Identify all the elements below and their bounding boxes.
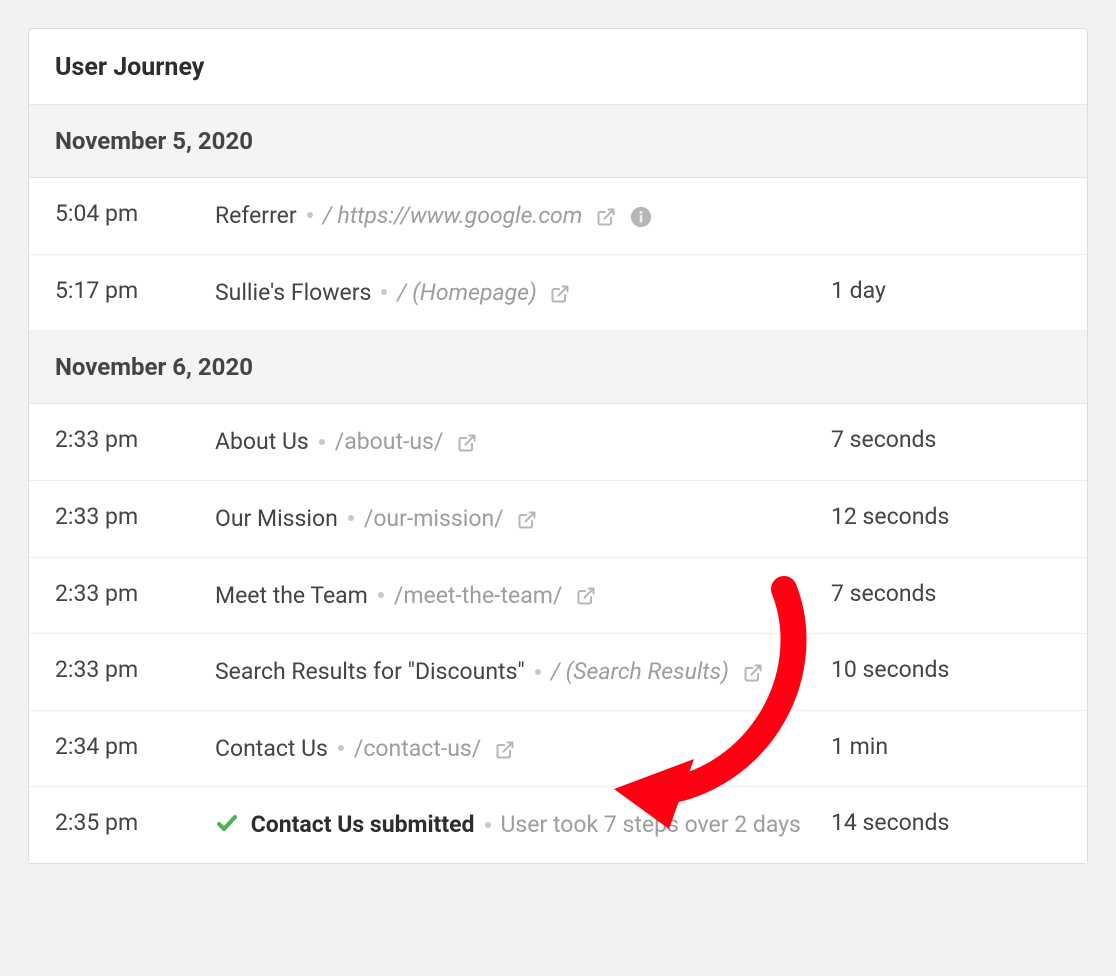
row-time: 2:33 pm bbox=[55, 501, 215, 530]
date-header: November 6, 2020 bbox=[29, 331, 1087, 404]
external-link-icon[interactable] bbox=[457, 433, 477, 453]
external-link-icon[interactable] bbox=[596, 207, 616, 227]
row-time: 5:17 pm bbox=[55, 275, 215, 304]
row-title: Search Results for "Discounts" bbox=[215, 658, 525, 685]
external-link-icon[interactable] bbox=[495, 740, 515, 760]
row-duration: 12 seconds bbox=[831, 501, 1061, 530]
journey-row: 2:33 pmAbout Us/about-us/ 7 seconds bbox=[29, 404, 1087, 481]
row-duration: 7 seconds bbox=[831, 578, 1061, 607]
external-link-icon[interactable] bbox=[517, 510, 537, 530]
row-path: /our-mission/ bbox=[364, 505, 504, 532]
info-icon[interactable] bbox=[776, 662, 798, 684]
separator-dot bbox=[485, 822, 491, 828]
separator-dot bbox=[338, 745, 344, 751]
row-title: Contact Us bbox=[215, 735, 328, 762]
row-main: Search Results for "Discounts" / (Search … bbox=[215, 654, 831, 690]
separator-dot bbox=[381, 289, 387, 295]
row-title: Referrer bbox=[215, 202, 297, 229]
journey-row: 2:33 pmOur Mission/our-mission/ 12 secon… bbox=[29, 481, 1087, 558]
journey-row: 5:17 pmSullie's Flowers / (Homepage) 1 da… bbox=[29, 255, 1087, 332]
row-time: 2:33 pm bbox=[55, 578, 215, 607]
journey-row: 2:35 pm Contact Us submitted User took 7 … bbox=[29, 787, 1087, 863]
row-main: About Us/about-us/ bbox=[215, 424, 831, 460]
row-meta: User took 7 steps over 2 days bbox=[501, 811, 801, 838]
separator-dot bbox=[378, 592, 384, 598]
check-icon bbox=[215, 811, 239, 835]
row-title: Our Mission bbox=[215, 505, 338, 532]
row-path: / (Homepage) bbox=[397, 279, 536, 306]
row-title: About Us bbox=[215, 428, 309, 455]
info-icon[interactable] bbox=[630, 206, 652, 228]
separator-dot bbox=[535, 669, 541, 675]
row-duration: 1 day bbox=[831, 275, 1061, 304]
row-title: Contact Us submitted bbox=[251, 811, 475, 838]
row-main: Contact Us/contact-us/ bbox=[215, 731, 831, 767]
row-title: Meet the Team bbox=[215, 582, 368, 609]
row-time: 5:04 pm bbox=[55, 198, 215, 227]
row-path: / (Search Results) bbox=[551, 658, 729, 685]
row-duration bbox=[831, 198, 1061, 200]
row-duration: 1 min bbox=[831, 731, 1061, 760]
separator-dot bbox=[319, 439, 325, 445]
separator-dot bbox=[307, 212, 313, 218]
date-header: November 5, 2020 bbox=[29, 105, 1087, 178]
user-journey-card: User Journey November 5, 20205:04 pmRefe… bbox=[28, 28, 1088, 864]
external-link-icon[interactable] bbox=[576, 586, 596, 606]
row-duration: 10 seconds bbox=[831, 654, 1061, 683]
card-title: User Journey bbox=[29, 29, 1087, 105]
external-link-icon[interactable] bbox=[743, 663, 763, 683]
journey-row: 2:33 pmMeet the Team/meet-the-team/ 7 se… bbox=[29, 558, 1087, 635]
row-main: Our Mission/our-mission/ bbox=[215, 501, 831, 537]
row-duration: 14 seconds bbox=[831, 807, 1061, 836]
separator-dot bbox=[348, 515, 354, 521]
row-time: 2:35 pm bbox=[55, 807, 215, 836]
row-path: / https://www.google.com bbox=[323, 202, 583, 229]
journey-row: 2:34 pmContact Us/contact-us/ 1 min bbox=[29, 711, 1087, 788]
row-duration: 7 seconds bbox=[831, 424, 1061, 453]
row-title: Sullie's Flowers bbox=[215, 279, 371, 306]
row-main: Referrer / https://www.google.com bbox=[215, 198, 831, 234]
row-path: /meet-the-team/ bbox=[394, 582, 563, 609]
row-time: 2:33 pm bbox=[55, 654, 215, 683]
row-time: 2:34 pm bbox=[55, 731, 215, 760]
row-main: Sullie's Flowers / (Homepage) bbox=[215, 275, 831, 311]
journey-row: 5:04 pmReferrer / https://www.google.com bbox=[29, 178, 1087, 255]
row-main: Meet the Team/meet-the-team/ bbox=[215, 578, 831, 614]
row-path: /about-us/ bbox=[335, 428, 444, 455]
external-link-icon[interactable] bbox=[550, 284, 570, 304]
row-path: /contact-us/ bbox=[354, 735, 481, 762]
journey-row: 2:33 pmSearch Results for "Discounts" / (… bbox=[29, 634, 1087, 711]
row-time: 2:33 pm bbox=[55, 424, 215, 453]
row-main: Contact Us submitted User took 7 steps ov… bbox=[215, 807, 831, 843]
